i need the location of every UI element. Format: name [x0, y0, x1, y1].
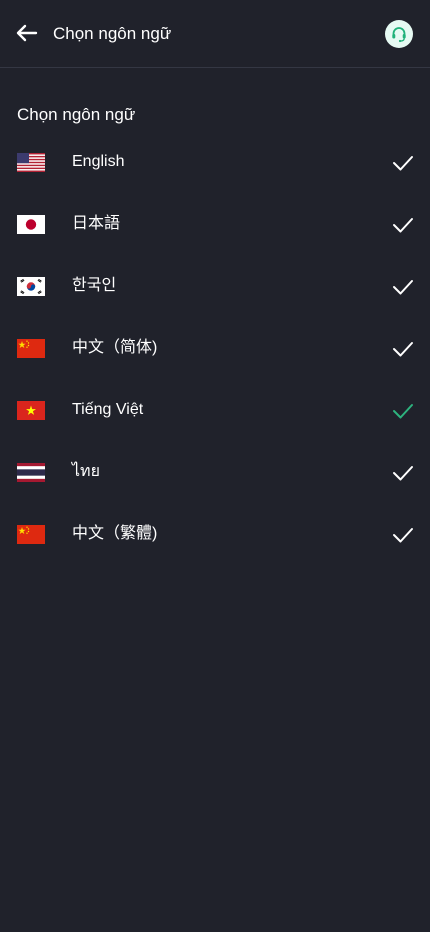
- check-icon: [393, 156, 413, 171]
- headset-icon: [392, 27, 406, 43]
- language-item-japanese[interactable]: 日本語: [0, 193, 430, 255]
- language-label: 日本語: [72, 215, 121, 232]
- language-item-chinese-simplified[interactable]: 中文（简体): [0, 317, 430, 379]
- language-label: 한국인: [72, 277, 117, 294]
- vietnam-flag-icon: [17, 401, 45, 420]
- check-icon-selected: [393, 404, 413, 419]
- section-title: Chọn ngôn ngữ: [17, 105, 136, 124]
- support-button[interactable]: [385, 20, 413, 48]
- language-item-english[interactable]: English: [0, 131, 430, 193]
- thailand-flag-icon: [17, 463, 45, 482]
- check-icon: [393, 466, 413, 481]
- language-list: English 日本語 한국인 中文（简体) Tiếng Việt ไทย 中文…: [0, 131, 430, 565]
- check-icon: [393, 280, 413, 295]
- language-label: Tiếng Việt: [72, 401, 144, 418]
- language-item-korean[interactable]: 한국인: [0, 255, 430, 317]
- check-icon: [393, 342, 413, 357]
- back-button[interactable]: [12, 18, 42, 48]
- china-flag-icon: [17, 525, 45, 544]
- language-label: 中文（简体): [72, 339, 158, 356]
- language-label: ไทย: [72, 463, 100, 480]
- language-item-vietnamese[interactable]: Tiếng Việt: [0, 379, 430, 441]
- korea-flag-icon: [17, 277, 45, 296]
- japan-flag-icon: [17, 215, 45, 234]
- language-label: English: [72, 153, 125, 170]
- check-icon: [393, 528, 413, 543]
- check-icon: [393, 218, 413, 233]
- china-flag-icon: [17, 339, 45, 358]
- language-item-thai[interactable]: ไทย: [0, 441, 430, 503]
- app-header: Chọn ngôn ngữ: [0, 0, 430, 68]
- us-flag-icon: [17, 153, 45, 172]
- language-label: 中文（繁體): [72, 525, 158, 542]
- arrow-left-icon: [16, 24, 38, 42]
- page-title: Chọn ngôn ngữ: [53, 24, 172, 43]
- language-item-chinese-traditional[interactable]: 中文（繁體): [0, 503, 430, 565]
